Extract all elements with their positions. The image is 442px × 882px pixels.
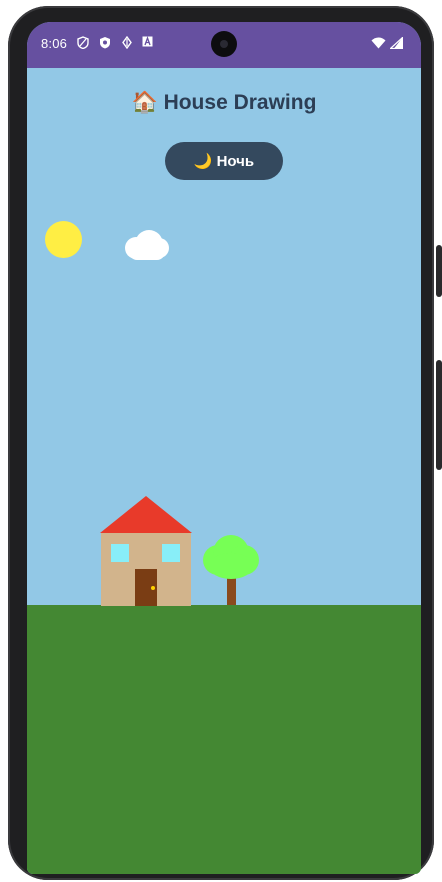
house bbox=[100, 496, 192, 606]
night-mode-button[interactable]: 🌙 Ночь bbox=[165, 142, 283, 180]
power-button bbox=[436, 360, 442, 470]
house-roof bbox=[100, 496, 192, 533]
status-right-icons bbox=[371, 36, 404, 54]
door-knob bbox=[151, 586, 155, 590]
house-window-right bbox=[162, 544, 180, 562]
status-time: 8:06 bbox=[41, 36, 68, 51]
house-icon: 🏠 bbox=[131, 91, 158, 114]
app-screen: 8:06 🏠 House Drawing 🌙 Ночь bbox=[27, 22, 421, 874]
moon-icon: 🌙 bbox=[193, 153, 213, 170]
volume-button bbox=[436, 245, 442, 297]
tree-leaves bbox=[209, 553, 253, 579]
cloud bbox=[125, 230, 171, 262]
status-bar: 8:06 bbox=[27, 22, 421, 68]
grass bbox=[27, 605, 421, 874]
shield-icon bbox=[77, 36, 89, 53]
house-wall bbox=[101, 533, 191, 606]
night-mode-label: Ночь bbox=[216, 152, 255, 170]
signal-icon bbox=[388, 36, 404, 54]
tree bbox=[203, 535, 259, 605]
phone-frame: 8:06 🏠 House Drawing 🌙 Ночь bbox=[0, 0, 442, 882]
house-window-left bbox=[111, 544, 129, 562]
front-camera bbox=[211, 31, 237, 57]
vpn-icon bbox=[99, 36, 111, 53]
a-icon bbox=[142, 36, 153, 51]
wifi-icon bbox=[371, 36, 386, 54]
page-title: 🏠 House Drawing bbox=[27, 91, 421, 115]
data-saver-icon bbox=[122, 35, 132, 53]
house-door bbox=[135, 569, 157, 606]
sun bbox=[45, 221, 82, 258]
page-title-text: House Drawing bbox=[163, 91, 317, 114]
